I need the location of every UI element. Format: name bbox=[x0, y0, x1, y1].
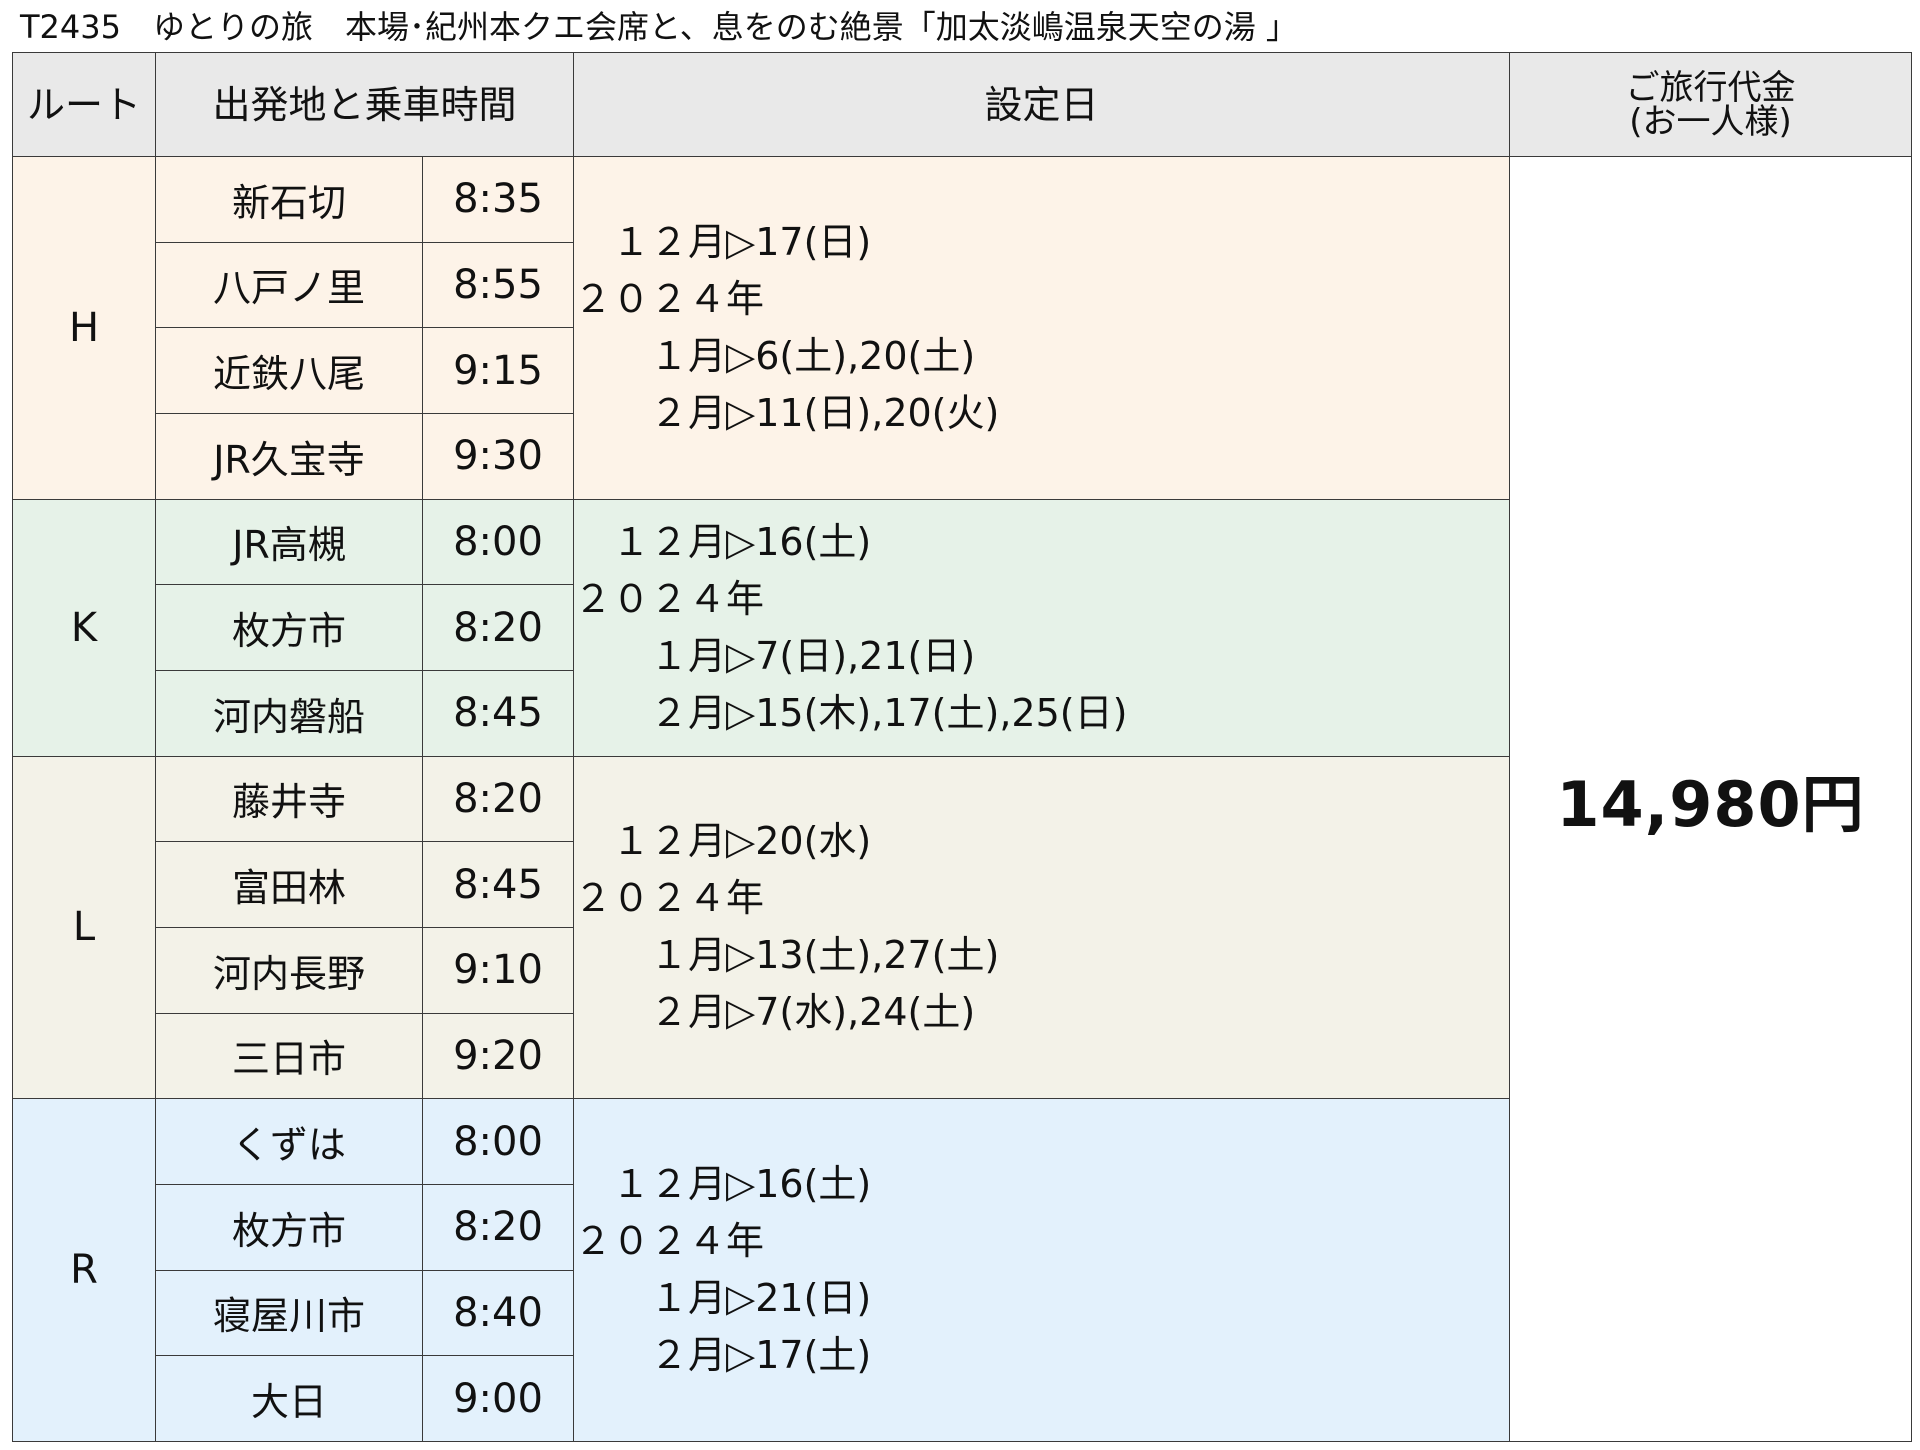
departure-time: 8:45 bbox=[421, 669, 575, 757]
page: T2435 ゆとりの旅 本場･紀州本クエ会席と、息をのむ絶景「加太淡嶋温泉天空の… bbox=[0, 0, 1920, 1450]
departure-place: 枚方市 bbox=[155, 584, 423, 671]
departure-place: 大日 bbox=[155, 1355, 423, 1442]
header-route: ルート bbox=[12, 52, 156, 157]
route-code: K bbox=[12, 498, 156, 757]
route-code: H bbox=[12, 156, 156, 500]
departure-place: くずは bbox=[155, 1098, 423, 1185]
departure-time: 8:35 bbox=[421, 156, 575, 243]
departure-dates: １２月▷20(水) ２０２４年 １月▷13(土),27(土) ２月▷7(水),24… bbox=[573, 755, 1511, 1100]
schedule-body: H 新石切 8:35 １２月▷17(日) ２０２４年 １月▷6(土),20(土) ２月… bbox=[12, 156, 1913, 1442]
route-code: R bbox=[12, 1098, 156, 1442]
date-line: ２０２４年 bbox=[574, 276, 765, 321]
header-price-line2: (お一人様) bbox=[1629, 101, 1792, 142]
departure-place: JR高槻 bbox=[155, 498, 423, 586]
date-line: １２月▷16(土) bbox=[574, 1162, 872, 1207]
departure-place: 三日市 bbox=[155, 1012, 423, 1100]
departure-dates: １２月▷17(日) ２０２４年 １月▷6(土),20(土) ２月▷11(日),20… bbox=[573, 156, 1511, 500]
departure-time: 8:00 bbox=[421, 498, 575, 586]
departure-time: 8:20 bbox=[421, 1183, 575, 1271]
date-line: ２０２４年 bbox=[574, 1219, 765, 1264]
departure-place: 近鉄八尾 bbox=[155, 327, 423, 414]
departure-place: 八戸ノ里 bbox=[155, 241, 423, 329]
date-line: ２月▷17(土) bbox=[574, 1333, 872, 1378]
departure-time: 9:00 bbox=[421, 1355, 575, 1442]
departure-dates: １２月▷16(土) ２０２４年 １月▷7(日),21(日) ２月▷15(木),17… bbox=[573, 498, 1511, 757]
departure-time: 9:15 bbox=[421, 327, 575, 414]
departure-time: 8:20 bbox=[421, 755, 575, 843]
departure-dates: １２月▷16(土) ２０２４年 １月▷21(日) ２月▷17(土) bbox=[573, 1098, 1511, 1442]
departure-place: 枚方市 bbox=[155, 1183, 423, 1271]
schedule-table: ルート 出発地と乗車時間 設定日 ご旅行代金 (お一人様) H 新石切 8:35 １… bbox=[12, 52, 1913, 1442]
date-line: ２月▷7(水),24(土) bbox=[574, 990, 976, 1035]
departure-place: 新石切 bbox=[155, 156, 423, 243]
header-departure: 出発地と乗車時間 bbox=[154, 52, 575, 157]
header-dates: 設定日 bbox=[573, 52, 1511, 157]
date-line: １月▷13(土),27(土) bbox=[574, 933, 1000, 978]
date-line: １月▷7(日),21(日) bbox=[574, 633, 976, 678]
departure-time: 9:30 bbox=[421, 412, 575, 500]
date-line: ２月▷11(日),20(火) bbox=[574, 390, 1000, 435]
tour-price: 14,980円 bbox=[1509, 156, 1913, 1442]
departure-time: 8:00 bbox=[421, 1098, 575, 1185]
header-price: ご旅行代金 (お一人様) bbox=[1509, 52, 1913, 157]
departure-time: 8:40 bbox=[421, 1269, 575, 1357]
departure-time: 8:45 bbox=[421, 841, 575, 928]
departure-place: 富田林 bbox=[155, 841, 423, 928]
departure-place: 寝屋川市 bbox=[155, 1269, 423, 1357]
departure-time: 8:55 bbox=[421, 241, 575, 329]
header-row: ルート 出発地と乗車時間 設定日 ご旅行代金 (お一人様) bbox=[12, 52, 1913, 157]
table-row: H 新石切 8:35 １２月▷17(日) ２０２４年 １月▷6(土),20(土) ２月… bbox=[12, 156, 1913, 1442]
header-price-line1: ご旅行代金 bbox=[1625, 67, 1796, 108]
date-line: ２０２４年 bbox=[574, 576, 765, 621]
date-line: １月▷21(日) bbox=[574, 1276, 872, 1321]
date-line: １２月▷17(日) bbox=[574, 219, 872, 264]
departure-place: 藤井寺 bbox=[155, 755, 423, 843]
date-line: １２月▷16(土) bbox=[574, 519, 872, 564]
departure-place: 河内磐船 bbox=[155, 669, 423, 757]
departure-time: 9:20 bbox=[421, 1012, 575, 1100]
departure-place: 河内長野 bbox=[155, 926, 423, 1014]
date-line: ２０２４年 bbox=[574, 876, 765, 921]
departure-place: JR久宝寺 bbox=[155, 412, 423, 500]
page-title: T2435 ゆとりの旅 本場･紀州本クエ会席と、息をのむ絶景「加太淡嶋温泉天空の… bbox=[20, 8, 1298, 46]
date-line: １２月▷20(水) bbox=[574, 819, 872, 864]
route-code: L bbox=[12, 755, 156, 1100]
date-line: １月▷6(土),20(土) bbox=[574, 333, 976, 378]
departure-time: 9:10 bbox=[421, 926, 575, 1014]
departure-time: 8:20 bbox=[421, 584, 575, 671]
date-line: ２月▷15(木),17(土),25(日) bbox=[574, 690, 1128, 735]
